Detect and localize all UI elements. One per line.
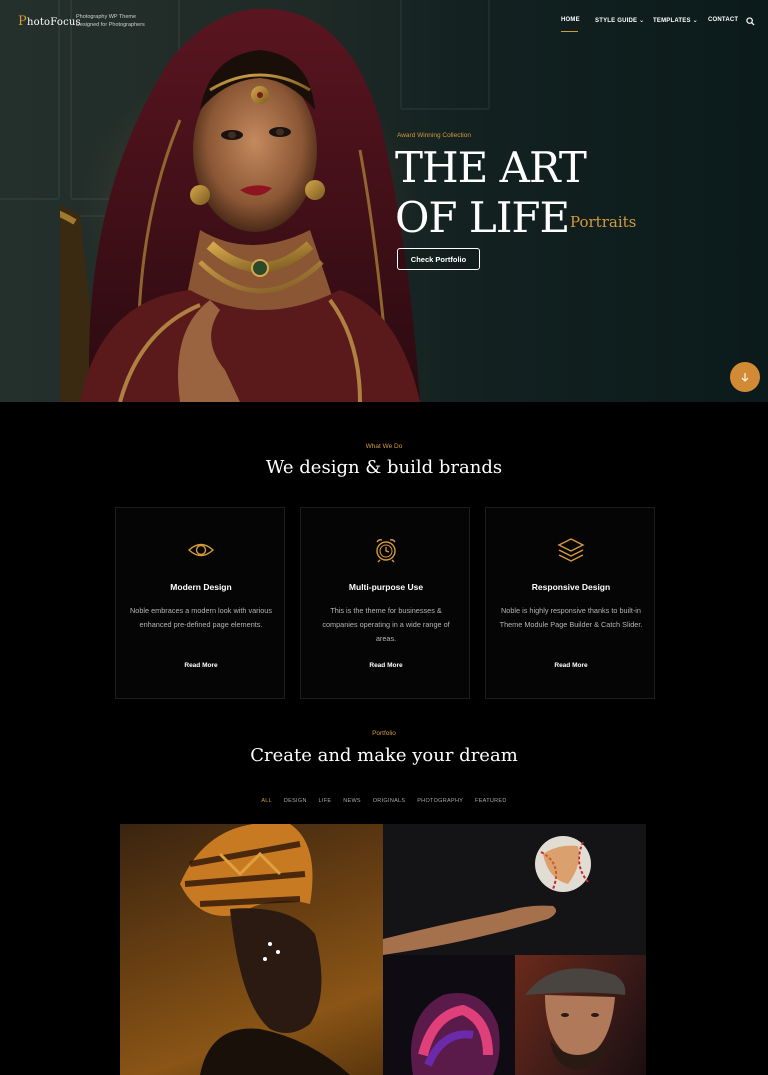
nav-templates[interactable]: TEMPLATES ⌄ xyxy=(653,17,698,24)
read-more-link[interactable]: Read More xyxy=(116,662,286,669)
chevron-down-icon: ⌄ xyxy=(639,18,645,24)
filter-design[interactable]: DESIGN xyxy=(284,798,307,804)
portfolio-item[interactable] xyxy=(383,955,515,1075)
portfolio-image-headwrap-portrait xyxy=(180,824,350,1075)
scroll-down-button[interactable] xyxy=(730,362,760,392)
portfolio-image-hand-baseball xyxy=(383,836,591,955)
portfolio-item[interactable] xyxy=(120,824,383,1075)
portfolio-kicker: Portfolio xyxy=(372,730,396,737)
logo-initial: P xyxy=(18,14,27,29)
tagline-line: Photography WP Theme xyxy=(76,14,137,20)
nav-contact[interactable]: CONTACT xyxy=(708,17,738,23)
filter-news[interactable]: NEWS xyxy=(343,798,361,804)
search-icon[interactable] xyxy=(746,17,755,26)
layers-icon xyxy=(557,538,585,562)
filter-originals[interactable]: ORIGINALS xyxy=(373,798,406,804)
read-more-link[interactable]: Read More xyxy=(486,662,656,669)
hero-title-line: THE ART xyxy=(395,143,587,192)
hero-subtitle: Portraits xyxy=(570,213,637,231)
logo-text: hotoFocus xyxy=(26,17,81,28)
portfolio-item[interactable] xyxy=(383,824,646,955)
nav-home[interactable]: HOME xyxy=(561,17,580,23)
service-card-title: Multi-purpose Use xyxy=(348,582,424,592)
check-portfolio-button[interactable]: Check Portfolio xyxy=(397,248,480,270)
nav-active-indicator xyxy=(561,31,578,32)
service-card-text: Noble embraces a modern look with variou… xyxy=(130,606,272,629)
filter-life[interactable]: LIFE xyxy=(319,798,332,804)
site-tagline: Photography WP Theme Designed for Photog… xyxy=(76,13,145,29)
arrow-down-icon xyxy=(741,373,749,382)
service-card-title: Responsive Design xyxy=(531,582,611,592)
portfolio-filters: ALL DESIGN LIFE NEWS ORIGINALS PHOTOGRAP… xyxy=(0,798,768,804)
service-card-title: Modern Design xyxy=(170,582,232,592)
hero-section: PhotoFocus Photography WP Theme Designed… xyxy=(0,0,768,402)
service-card: Modern Design Noble embraces a modern lo… xyxy=(115,507,285,699)
nav-label: STYLE GUIDE xyxy=(595,18,638,24)
alarm-clock-icon xyxy=(376,539,396,563)
portfolio-image-colored-hair xyxy=(411,993,500,1075)
portfolio-heading: Create and make your dream xyxy=(250,745,518,766)
service-card-text: Noble is highly responsive thanks to bui… xyxy=(499,606,643,629)
site-header: PhotoFocus Photography WP Theme Designed… xyxy=(0,0,768,44)
portfolio-item[interactable] xyxy=(515,955,646,1075)
service-card: Responsive Design Noble is highly respon… xyxy=(485,507,655,699)
portfolio-image-man-flat-cap xyxy=(525,968,626,1070)
services-kicker: What We Do xyxy=(365,443,403,450)
service-card-text: This is the theme for businesses & compa… xyxy=(322,606,450,643)
hero-title-line: OF LIFE xyxy=(395,193,570,242)
eye-icon xyxy=(187,543,215,557)
nav-style-guide[interactable]: STYLE GUIDE ⌄ xyxy=(595,17,644,24)
services-heading: We design & build brands xyxy=(265,457,503,478)
nav-label: TEMPLATES xyxy=(653,18,691,24)
hero-kicker: Award Winning Collection xyxy=(397,132,471,139)
filter-featured[interactable]: FEATURED xyxy=(475,798,507,804)
hero-title: THE ART OF LIFE xyxy=(395,143,587,243)
chevron-down-icon: ⌄ xyxy=(692,18,698,24)
tagline-line: Designed for Photographers xyxy=(76,22,145,28)
filter-photography[interactable]: PHOTOGRAPHY xyxy=(417,798,463,804)
filter-all[interactable]: ALL xyxy=(261,798,272,804)
service-card: Multi-purpose Use This is the theme for … xyxy=(300,507,470,699)
read-more-link[interactable]: Read More xyxy=(301,662,471,669)
site-logo[interactable]: PhotoFocus xyxy=(18,14,81,29)
